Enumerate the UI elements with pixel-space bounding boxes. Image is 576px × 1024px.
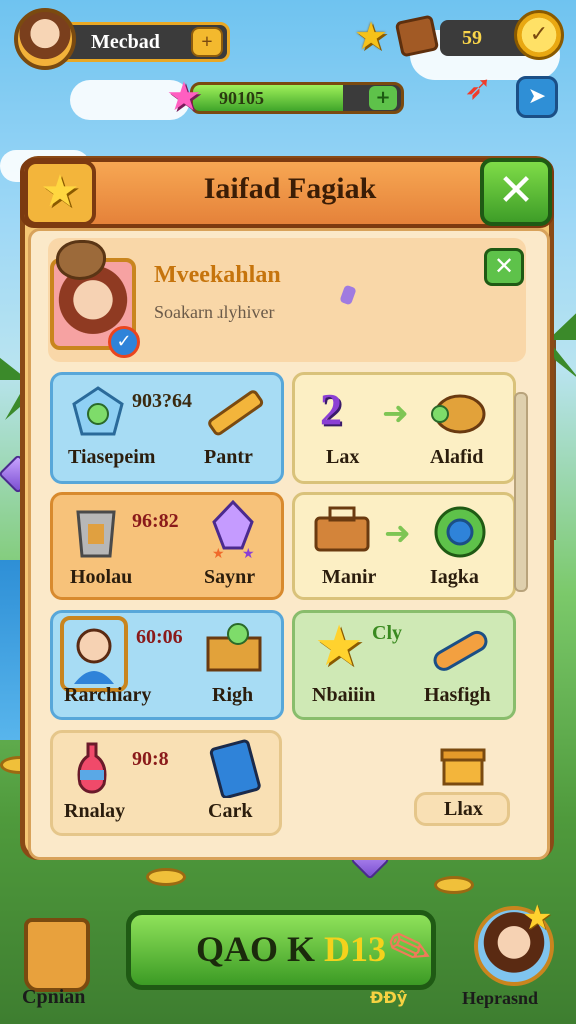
turtle-icon (431, 394, 486, 434)
tile-4-right-label: Iagka (430, 566, 479, 588)
friend-star-icon: ★ (522, 898, 553, 938)
svg-text:★: ★ (242, 546, 255, 560)
tile-3-right-label: Saynr (204, 566, 256, 588)
tile-5-left-label: Rarchiary (64, 684, 152, 706)
tile-7-right-label: Cark (208, 800, 253, 822)
tile-7-number: 90:8 (132, 748, 169, 770)
tile-5-number: 60:06 (136, 626, 183, 648)
scroll-icon (433, 630, 488, 671)
coin-icon[interactable]: ✓ (514, 10, 564, 60)
tile-6-left-label: Nbaiiin (312, 684, 376, 706)
player-name-pill: Mecbad + (54, 22, 230, 62)
main-action-label-part2: D13 (324, 929, 387, 969)
player-name: Mecbad (91, 31, 160, 53)
main-action-label-part1: QAO K (196, 929, 325, 969)
arrow-right-icon: ➜ (384, 514, 411, 552)
scrollbar[interactable] (514, 392, 528, 592)
xp-value: 90105 (219, 88, 264, 108)
profile-name: Mveekahlan (154, 262, 281, 288)
target-icon (434, 506, 486, 558)
potion-icon (77, 742, 107, 794)
star-reward-icon: ★ (314, 614, 365, 679)
tile-8-right-label: Llax (444, 798, 483, 820)
star-icon[interactable]: ★ (354, 14, 388, 58)
main-action-label: QAO K D13 (196, 928, 386, 970)
send-icon[interactable]: ➤ (516, 76, 558, 118)
character-portrait-icon (60, 616, 128, 692)
puzzle-gem-icon (72, 386, 124, 436)
xp-bar: 90105 + ★ (166, 74, 406, 120)
gift-box-icon (440, 748, 486, 786)
player-hud[interactable]: Mecbad + (14, 8, 230, 70)
arrow-right-icon: ➜ (382, 394, 409, 432)
panel-title: Iaifad Fagiak (203, 172, 377, 205)
profile-close-button[interactable]: ✕ (484, 248, 524, 286)
tile-4-left-label: Manir (322, 566, 377, 588)
xp-track: 90105 + (190, 82, 404, 114)
tile-3-number: 96:82 (132, 510, 179, 532)
tile-7-left-label: Rnalay (64, 800, 126, 822)
tile-1-number: 903?64 (132, 390, 192, 412)
tile-1-right-label: Pantr (204, 446, 253, 468)
basket-label: Cpnian (22, 986, 86, 1008)
toolbox-icon (314, 506, 370, 552)
verified-badge-icon: ✓ (108, 326, 140, 358)
xp-fill (193, 85, 343, 111)
tile-2-right-label: Alafid (430, 446, 484, 468)
svg-text:★: ★ (212, 546, 225, 560)
tile-2-number: 2 (320, 385, 342, 434)
friend-label: Heprasnd (462, 988, 539, 1008)
tile-1-left-label: Tiasepeim (68, 446, 156, 468)
crate-icon (206, 623, 262, 672)
tile-6-number: Cly (372, 622, 402, 644)
main-action-subtext: ĐĐŷ (370, 988, 408, 1007)
currency-hud: ★ 59 ✓ (354, 8, 564, 64)
bucket-icon (76, 510, 116, 558)
tile-3-left-label: Hoolau (70, 566, 133, 588)
tile-5-right-label: Righ (212, 684, 254, 706)
chest-icon[interactable] (394, 14, 440, 58)
player-avatar[interactable] (14, 8, 76, 70)
crystal-icon: ★ ★ (212, 499, 255, 560)
card-icon (209, 739, 261, 798)
panel-close-button[interactable]: ✕ (480, 158, 552, 226)
ruler-icon (208, 390, 264, 436)
xp-star-icon: ★ (166, 74, 202, 120)
add-player-button[interactable]: + (191, 27, 223, 57)
basket-icon[interactable] (24, 918, 90, 992)
rocket-icon[interactable]: ➶ (464, 68, 504, 118)
xp-add-button[interactable]: + (369, 86, 397, 110)
tile-6-right-label: Hasfigh (424, 684, 491, 706)
profile-subtitle: Soakarn ɹlyhiver (154, 302, 275, 322)
panel-star-button[interactable]: ★ (24, 160, 96, 226)
tile-2-left-label: Lax (326, 446, 360, 468)
